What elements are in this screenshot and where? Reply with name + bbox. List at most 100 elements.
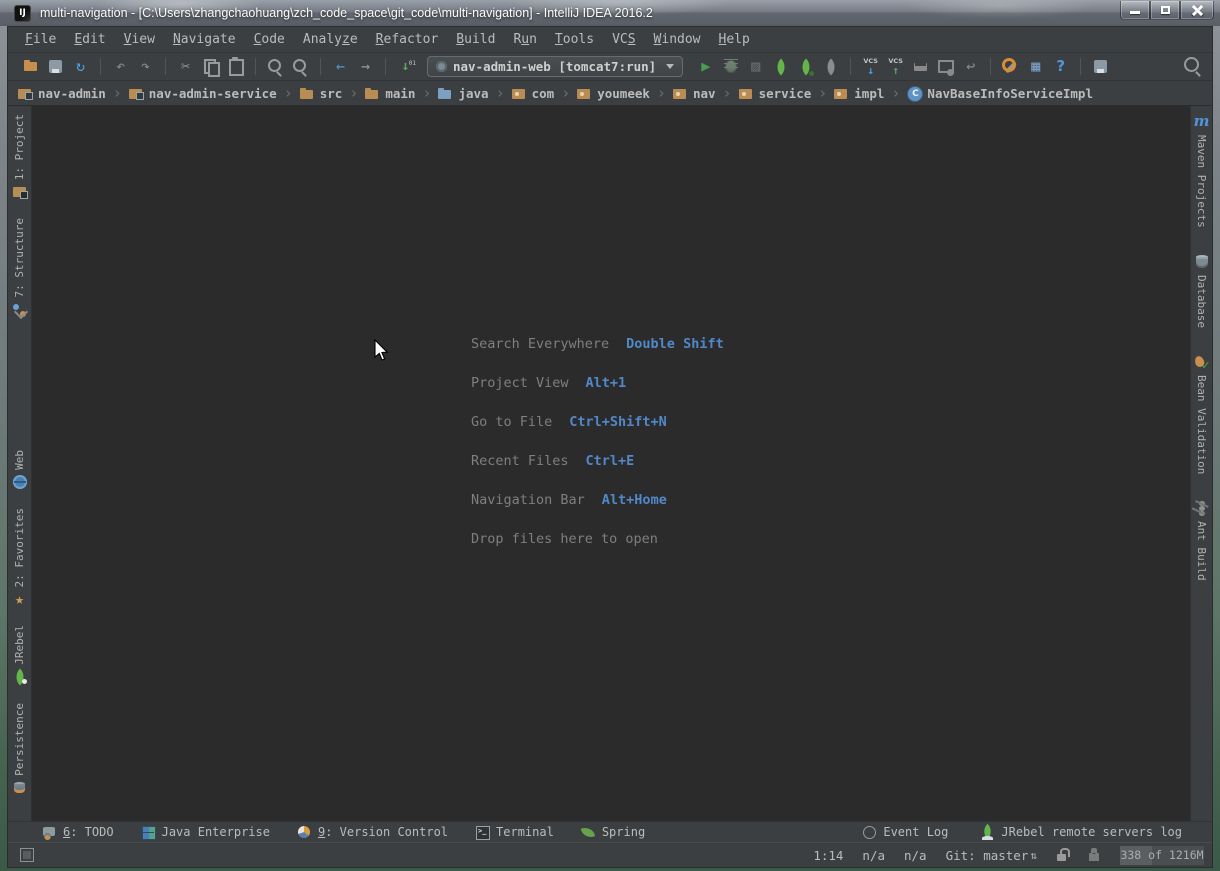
intellij-logo-icon: IJ (14, 5, 31, 22)
menu-view[interactable]: View (115, 27, 164, 53)
hector-inspector-icon[interactable] (1087, 848, 1101, 862)
breadcrumb-item[interactable]: NavBaseInfoServiceImpl (884, 84, 1093, 102)
package-icon (834, 87, 849, 100)
run-configuration-select[interactable]: nav-admin-web [tomcat7:run] (427, 56, 683, 77)
cut-icon[interactable]: ✂ (174, 55, 197, 79)
menu-edit[interactable]: Edit (65, 27, 114, 53)
toolwindow-toggle-icon[interactable] (20, 848, 34, 862)
jrebel-disabled-icon[interactable] (819, 55, 842, 79)
menu-help[interactable]: Help (710, 27, 759, 53)
jrebel-run-icon[interactable] (769, 55, 792, 79)
line-separator-indicator[interactable]: n/a (862, 848, 885, 863)
run-config-label: nav-admin-web [tomcat7:run] (453, 59, 656, 74)
tool-button-jrebel[interactable]: JRebel (12, 625, 28, 685)
run-icon[interactable]: ▶ (694, 55, 717, 79)
breadcrumb-item[interactable]: nav-admin (18, 86, 106, 101)
unlocked-padlock-icon[interactable] (1056, 848, 1068, 862)
menu-vcs[interactable]: VCS (603, 27, 644, 53)
minimize-icon (1130, 11, 1140, 14)
tool-button-favorites[interactable]: 2: Favorites (12, 508, 28, 607)
menu-navigate[interactable]: Navigate (164, 27, 245, 53)
spring-button[interactable]: Spring (581, 825, 645, 840)
toolbar-search-icon[interactable] (1180, 55, 1206, 79)
sync-icon[interactable]: ↻ (69, 55, 92, 79)
tool-button-structure[interactable]: 7: Structure (12, 218, 28, 317)
breadcrumb-item[interactable]: main (342, 84, 415, 102)
tool-button-bean-validation[interactable]: Bean Validation (1194, 354, 1210, 474)
history-icon[interactable] (934, 55, 957, 79)
spring-icon (581, 825, 596, 840)
maximize-button[interactable] (1150, 1, 1180, 20)
tool-button-ant-build[interactable]: Ant Build (1194, 500, 1210, 581)
breadcrumb-item[interactable]: impl (811, 84, 884, 102)
breadcrumb-item[interactable]: nav (650, 84, 716, 102)
java-enterprise-button[interactable]: Java Enterprise (141, 825, 270, 840)
title-bar[interactable]: IJ multi-navigation - [C:\Users\zhangcha… (0, 0, 1220, 26)
rollback-icon[interactable]: ↩ (959, 55, 982, 79)
separator (990, 58, 991, 75)
open-icon[interactable] (19, 55, 42, 79)
settings-icon[interactable] (999, 55, 1022, 79)
coverage-icon[interactable]: ▨ (744, 55, 767, 79)
maximize-icon (1161, 6, 1170, 14)
menu-analyze[interactable]: Analyze (294, 27, 367, 53)
jrebel-log-button[interactable]: JRebel remote servers log (980, 825, 1182, 840)
tool-button-web[interactable]: Web (12, 450, 28, 490)
folder-icon (300, 87, 315, 100)
editor-area[interactable]: Search Everywhere Double Shift Project V… (32, 106, 1190, 821)
jrebel-save-icon[interactable] (1089, 55, 1112, 79)
version-control-button[interactable]: 9: Version Control (297, 825, 448, 840)
bytecode-sort-icon[interactable]: ↓ (394, 55, 417, 79)
right-tool-window-bar: Maven Projects Database Bean Validation (1190, 106, 1212, 821)
debug-icon[interactable] (719, 55, 742, 79)
forward-icon[interactable]: → (354, 55, 377, 79)
vcs-update-icon[interactable]: ↓ (859, 55, 882, 79)
version-control-icon (297, 825, 312, 840)
event-log-button[interactable]: Event Log (862, 825, 948, 840)
encoding-indicator[interactable]: n/a (904, 848, 927, 863)
back-icon[interactable]: ← (329, 55, 352, 79)
tool-button-persistence[interactable]: Persistence (12, 703, 28, 796)
undo-icon[interactable]: ↶ (109, 55, 132, 79)
paste-icon[interactable] (224, 55, 247, 79)
menu-tools[interactable]: Tools (546, 27, 603, 53)
find-icon[interactable] (264, 55, 287, 79)
memory-indicator[interactable]: 338 of 1216M (1120, 846, 1204, 865)
status-bar: 1:14 n/a n/a Git: master ⇅ 338 of 1216M (8, 842, 1212, 867)
event-log-icon (862, 825, 877, 840)
breadcrumb-item[interactable]: nav-admin-service (106, 84, 277, 102)
breadcrumb-item[interactable]: youmeek (554, 84, 650, 102)
caret-position[interactable]: 1:14 (813, 848, 843, 863)
tool-button-maven-projects[interactable]: Maven Projects (1194, 114, 1210, 228)
menu-window[interactable]: Window (645, 27, 710, 53)
project-structure-icon[interactable]: ▦ (1024, 55, 1047, 79)
menu-file[interactable]: File (16, 27, 65, 53)
breadcrumb-item[interactable]: src (277, 84, 343, 102)
terminal-icon (475, 825, 490, 840)
menu-refactor[interactable]: Refactor (367, 27, 448, 53)
help-icon[interactable]: ? (1049, 55, 1072, 79)
tool-button-project[interactable]: 1: Project (12, 114, 28, 200)
replace-icon[interactable] (289, 55, 312, 79)
breadcrumb-item[interactable]: service (716, 84, 812, 102)
breadcrumb-item[interactable]: java (415, 84, 488, 102)
java-enterprise-icon (141, 825, 156, 840)
shortcut-row: Recent Files Ctrl+E (471, 441, 724, 480)
vcs-commit-icon[interactable]: ↑ (884, 55, 907, 79)
jrebel-icon (12, 669, 28, 685)
jrebel-debug-icon[interactable] (794, 55, 817, 79)
git-branch-widget[interactable]: Git: master ⇅ (946, 848, 1037, 863)
copy-icon[interactable] (199, 55, 222, 79)
tool-button-database[interactable]: Database (1194, 254, 1210, 328)
menu-build[interactable]: Build (447, 27, 504, 53)
breadcrumb-item[interactable]: com (489, 84, 555, 102)
close-button[interactable] (1180, 1, 1214, 20)
shelve-icon[interactable] (909, 55, 932, 79)
menu-code[interactable]: Code (245, 27, 294, 53)
minimize-button[interactable] (1120, 1, 1150, 20)
todo-button[interactable]: 6: TODO (42, 825, 114, 840)
terminal-button[interactable]: Terminal (475, 825, 554, 840)
menu-run[interactable]: Run (504, 27, 545, 53)
redo-icon[interactable]: ↷ (134, 55, 157, 79)
save-icon[interactable] (44, 55, 67, 79)
